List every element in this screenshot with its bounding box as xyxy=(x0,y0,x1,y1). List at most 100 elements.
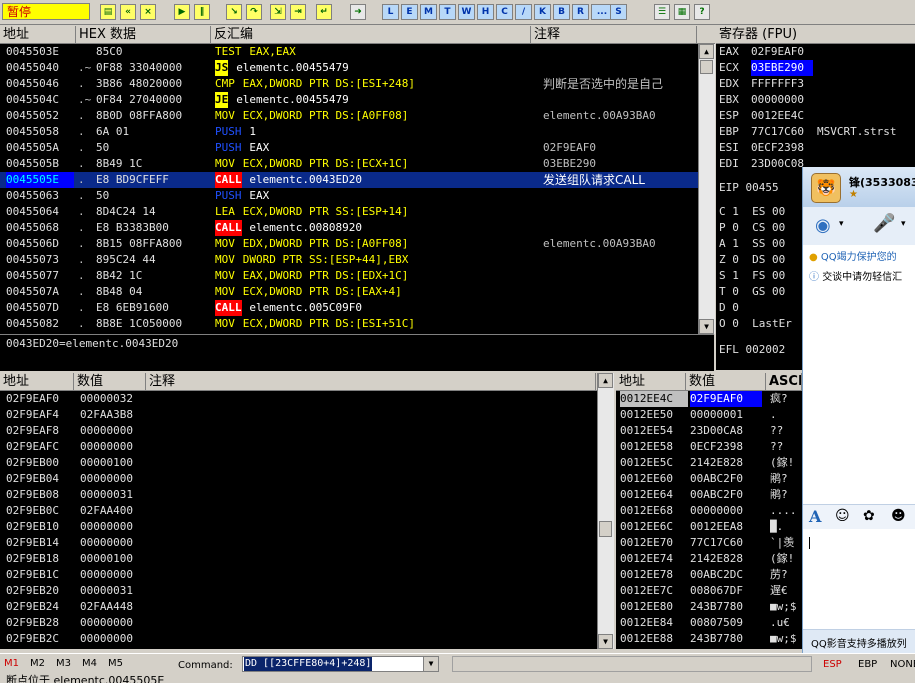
window-button-7[interactable]: / xyxy=(515,4,532,20)
register-row[interactable]: ESP 0012EE4C xyxy=(716,108,915,124)
stack-row[interactable]: 0012EE80 243B7780 ■w;$ xyxy=(616,599,802,615)
disasm-row[interactable]: 00455063. 50 PUSH EAX xyxy=(0,188,698,204)
dump-row[interactable]: 02F9EB14 00000000 xyxy=(0,535,597,551)
voice-call-icon[interactable]: 🎤 xyxy=(873,213,895,234)
open-icon[interactable]: ▤ xyxy=(100,4,116,20)
dump-row[interactable]: 02F9EB00 00000100 xyxy=(0,455,597,471)
dump-row[interactable]: 02F9EB10 00000000 xyxy=(0,519,597,535)
window-button-12[interactable]: S xyxy=(610,4,627,20)
disasm-row[interactable]: 0045503E 85C0 TEST EAX,EAX xyxy=(0,44,698,60)
trace-into-icon[interactable]: ⇲ xyxy=(270,4,286,20)
video-call-icon[interactable]: ◉ xyxy=(815,215,831,236)
grid-icon[interactable]: ▦ xyxy=(674,4,690,20)
dump-col-address[interactable]: 地址 xyxy=(0,373,74,390)
scroll-up-icon[interactable]: ▲ xyxy=(699,44,714,59)
qq-chat-window[interactable]: 🐯 锋(3533083 ★ ◉ ▾ 🎤 ▾ ● QQ竭力保护您的 ⓘ 交谈中请勿… xyxy=(802,167,915,656)
close-icon[interactable]: × xyxy=(140,4,156,20)
dump-row[interactable]: 02F9EB0C 02FAA400 xyxy=(0,503,597,519)
flag-row[interactable]: Z 0 DS 00 xyxy=(719,252,785,268)
command-input[interactable]: DD [[23CFFE80+4]+248] ▼ xyxy=(242,656,439,672)
dump-scrollbar[interactable]: ▲ ▼ xyxy=(597,373,614,649)
stack-col-value[interactable]: 数值 xyxy=(686,373,766,390)
dump-row[interactable]: 02F9EB08 00000031 xyxy=(0,487,597,503)
flag-row[interactable]: O 0 LastEr xyxy=(719,316,792,332)
chevron-down-icon[interactable]: ▾ xyxy=(901,219,906,229)
stack-row[interactable]: 0012EE58 0ECF2398?? xyxy=(616,439,802,455)
flag-row[interactable]: C 1 ES 00 xyxy=(719,204,785,220)
disasm-scrollbar[interactable]: ▲ ▼ xyxy=(698,44,715,334)
dump-row[interactable]: 02F9EB2C 00000000 xyxy=(0,631,597,647)
memory-tab-3[interactable]: M3 xyxy=(56,658,71,669)
disasm-row[interactable]: 0045505E. E8 BD9CFEFF CALL elementc.0043ED2… xyxy=(0,172,698,188)
register-row[interactable]: ECX 03EBE290 xyxy=(716,60,915,76)
flag-row[interactable]: S 1 FS 00 xyxy=(719,268,785,284)
disasm-row[interactable]: 00455064. 8D4C24 14 LEA ECX,DWORD PTR SS:[E… xyxy=(0,204,698,220)
stack-row[interactable]: 0012EE50 00000001. xyxy=(616,407,802,423)
dump-col-comment[interactable]: 注释 xyxy=(146,373,596,390)
dump-row[interactable]: 02F9EAF0 00000032 xyxy=(0,391,597,407)
dump-pane[interactable]: 02F9EAF0 00000032 02F9EAF4 02FAA3B8 02F9EAF8… xyxy=(0,391,597,649)
window-button-2[interactable]: M xyxy=(420,4,437,20)
run-icon[interactable]: ▶ xyxy=(174,4,190,20)
disasm-row[interactable]: 00455058. 6A 01 PUSH 1 xyxy=(0,124,698,140)
disasm-pane[interactable]: 0045503E 85C0 TEST EAX,EAX 00455040 .~ 0F88 3… xyxy=(0,44,698,334)
disasm-row[interactable]: 0045506D. 8B15 08FFA800 MOV EDX,DWORD PTR D… xyxy=(0,236,698,252)
disasm-row[interactable]: 0045505B. 8B49 1C MOV ECX,DWORD PTR DS:[ECX… xyxy=(0,156,698,172)
help-icon[interactable]: ? xyxy=(694,4,710,20)
window-button-5[interactable]: H xyxy=(477,4,494,20)
disasm-row[interactable]: 00455068. E8 B3383B00 CALL elementc.0080892… xyxy=(0,220,698,236)
font-icon[interactable]: A xyxy=(809,507,821,526)
dump-row[interactable]: 02F9EB1C 00000000 xyxy=(0,567,597,583)
message-input[interactable] xyxy=(803,529,915,629)
chevron-down-icon[interactable]: ▾ xyxy=(839,219,844,229)
stack-row[interactable]: 0012EE84 00807509 .u€ xyxy=(616,615,802,631)
stack-row[interactable]: 0012EE88 243B7780 ■w;$ xyxy=(616,631,802,647)
stack-col-address[interactable]: 地址 xyxy=(616,373,686,390)
pause-icon[interactable]: ‖ xyxy=(194,4,210,20)
scroll-up-icon[interactable]: ▲ xyxy=(598,373,613,388)
stack-row[interactable]: 0012EE6C 0012EEA8 █. xyxy=(616,519,802,535)
memory-tab-2[interactable]: M2 xyxy=(30,658,45,669)
scroll-down-icon[interactable]: ▼ xyxy=(699,319,714,334)
stack-pane[interactable]: 0012EE4C 02F9EAF0 疯? 0012EE50 00000001. 0012E… xyxy=(616,391,802,649)
dump-row[interactable]: 02F9EAF4 02FAA3B8 xyxy=(0,407,597,423)
execute-till-return-icon[interactable]: ↵ xyxy=(316,4,332,20)
dump-row[interactable]: 02F9EB20 00000031 xyxy=(0,583,597,599)
register-row[interactable]: EBP 77C17C60 MSVCRT.strst xyxy=(716,124,915,140)
ad-text[interactable]: QQ影音支持多播放列 xyxy=(811,635,907,650)
window-button-10[interactable]: R xyxy=(572,4,589,20)
disasm-row[interactable]: 0045504C .~ 0F84 27040000 JE elementc.004554… xyxy=(0,92,698,108)
memory-tab-4[interactable]: M4 xyxy=(82,658,97,669)
disasm-row[interactable]: 0045507A. 8B48 04 MOV ECX,DWORD PTR DS:[EAX… xyxy=(0,284,698,300)
step-into-icon[interactable]: ↘ xyxy=(226,4,242,20)
disasm-row[interactable]: 0045507D. E8 6EB91600 CALL elementc.005C09F… xyxy=(0,300,698,316)
chevron-down-icon[interactable]: ▼ xyxy=(423,657,438,671)
stack-col-ascii[interactable]: ASCII xyxy=(766,373,802,390)
memory-tab-1[interactable]: M1 xyxy=(4,658,19,669)
register-row[interactable]: ESI 0ECF2398 xyxy=(716,140,915,156)
register-eip[interactable]: EIP 00455 xyxy=(719,180,779,196)
step-over-icon[interactable]: ↷ xyxy=(246,4,262,20)
dump-row[interactable]: 02F9EAFC 00000000 xyxy=(0,439,597,455)
shake-icon[interactable]: ☻ xyxy=(891,508,906,524)
dump-row[interactable]: 02F9EB18 00000100 xyxy=(0,551,597,567)
flag-row[interactable]: A 1 SS 00 xyxy=(719,236,785,252)
stack-row[interactable]: 0012EE60 00ABC2F0 鹇? xyxy=(616,471,802,487)
reg-esp[interactable]: ESP xyxy=(823,659,842,670)
dump-row[interactable]: 02F9EB28 00000000 xyxy=(0,615,597,631)
register-row[interactable]: EDX FFFFFFF3 xyxy=(716,76,915,92)
stack-row[interactable]: 0012EE78 00ABC2DC 苈? xyxy=(616,567,802,583)
window-button-1[interactable]: E xyxy=(401,4,418,20)
trace-over-icon[interactable]: ⇥ xyxy=(290,4,306,20)
dump-row[interactable]: 02F9EB24 02FAA448 xyxy=(0,599,597,615)
scroll-down-icon[interactable]: ▼ xyxy=(598,634,613,649)
reg-none[interactable]: NONE xyxy=(890,659,915,670)
disasm-row[interactable]: 00455077. 8B42 1C MOV EAX,DWORD PTR DS:[EDX… xyxy=(0,268,698,284)
avatar[interactable]: 🐯 xyxy=(811,173,841,203)
col-address[interactable]: 地址 xyxy=(0,26,76,43)
flag-row[interactable]: T 0 GS 00 xyxy=(719,284,785,300)
col-disasm[interactable]: 反汇编 xyxy=(211,26,531,43)
list-icon[interactable]: ☰ xyxy=(654,4,670,20)
dump-row[interactable]: 02F9EB04 00000000 xyxy=(0,471,597,487)
col-comment[interactable]: 注释 xyxy=(531,26,697,43)
